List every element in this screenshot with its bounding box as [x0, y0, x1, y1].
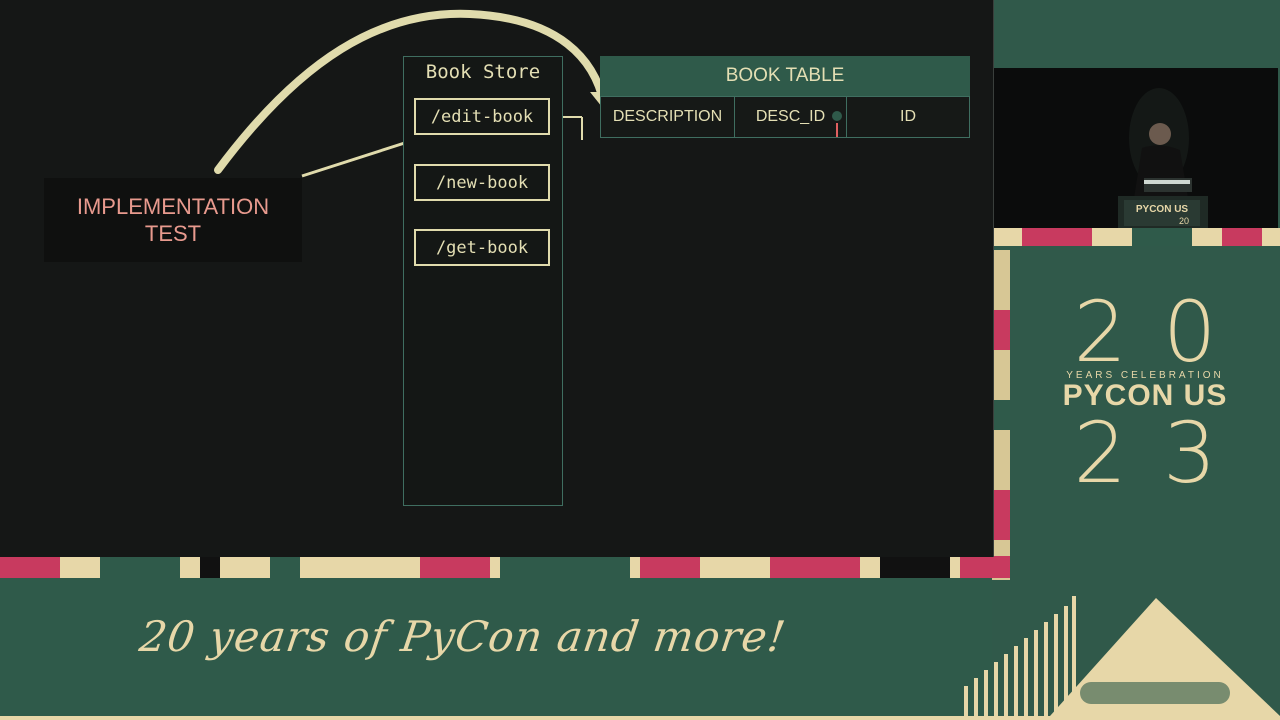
speaker-camera: PYCON US 20 [994, 68, 1278, 228]
column-id: ID [900, 108, 916, 125]
column-description: DESCRIPTION [601, 97, 735, 137]
pointer-line-icon [836, 123, 838, 137]
mountain-graphic [964, 596, 1280, 716]
right-pattern-strip [992, 228, 1280, 246]
pattern-band [0, 556, 1010, 578]
book-table-columns: DESCRIPTION DESC_ID ID [600, 96, 970, 138]
column-desc-id: DESC_ID [735, 97, 847, 137]
book-table-title: BOOK TABLE [600, 56, 970, 96]
pointer-dot-icon [832, 111, 842, 121]
tagline: 20 years of PyCon and more! [136, 612, 790, 661]
podium-number: 20 [1179, 216, 1189, 226]
book-store-title: Book Store [425, 61, 541, 83]
logo-bottom-number: 23 [1073, 404, 1253, 502]
right-pattern-edge [992, 250, 1010, 580]
podium-label: PYCON US [1136, 204, 1189, 215]
route-new-book: /new-book [414, 164, 550, 201]
bottom-border [0, 716, 1280, 720]
implementation-label-line1: IMPLEMENTATION [76, 194, 270, 219]
pycon-logo: 20 YEARS CELEBRATION PYCON US 23 [1010, 290, 1280, 530]
logo-top-number: 20 [1073, 283, 1253, 381]
straight-arrow-line [301, 138, 415, 178]
implementation-label-line2: TEST [144, 221, 202, 246]
presentation-slide: IMPLEMENTATION TEST Book Store /edit-boo… [0, 0, 994, 557]
video-frame: PYCON US 20 IMPLEMENTATION TEST Book Sto… [0, 0, 1280, 720]
implementation-test-label: IMPLEMENTATION TEST [44, 178, 302, 262]
route-get-book: /get-book [414, 229, 550, 266]
column-desc-id-label: DESC_ID [755, 108, 826, 125]
route-edit-book: /edit-book [414, 98, 550, 135]
